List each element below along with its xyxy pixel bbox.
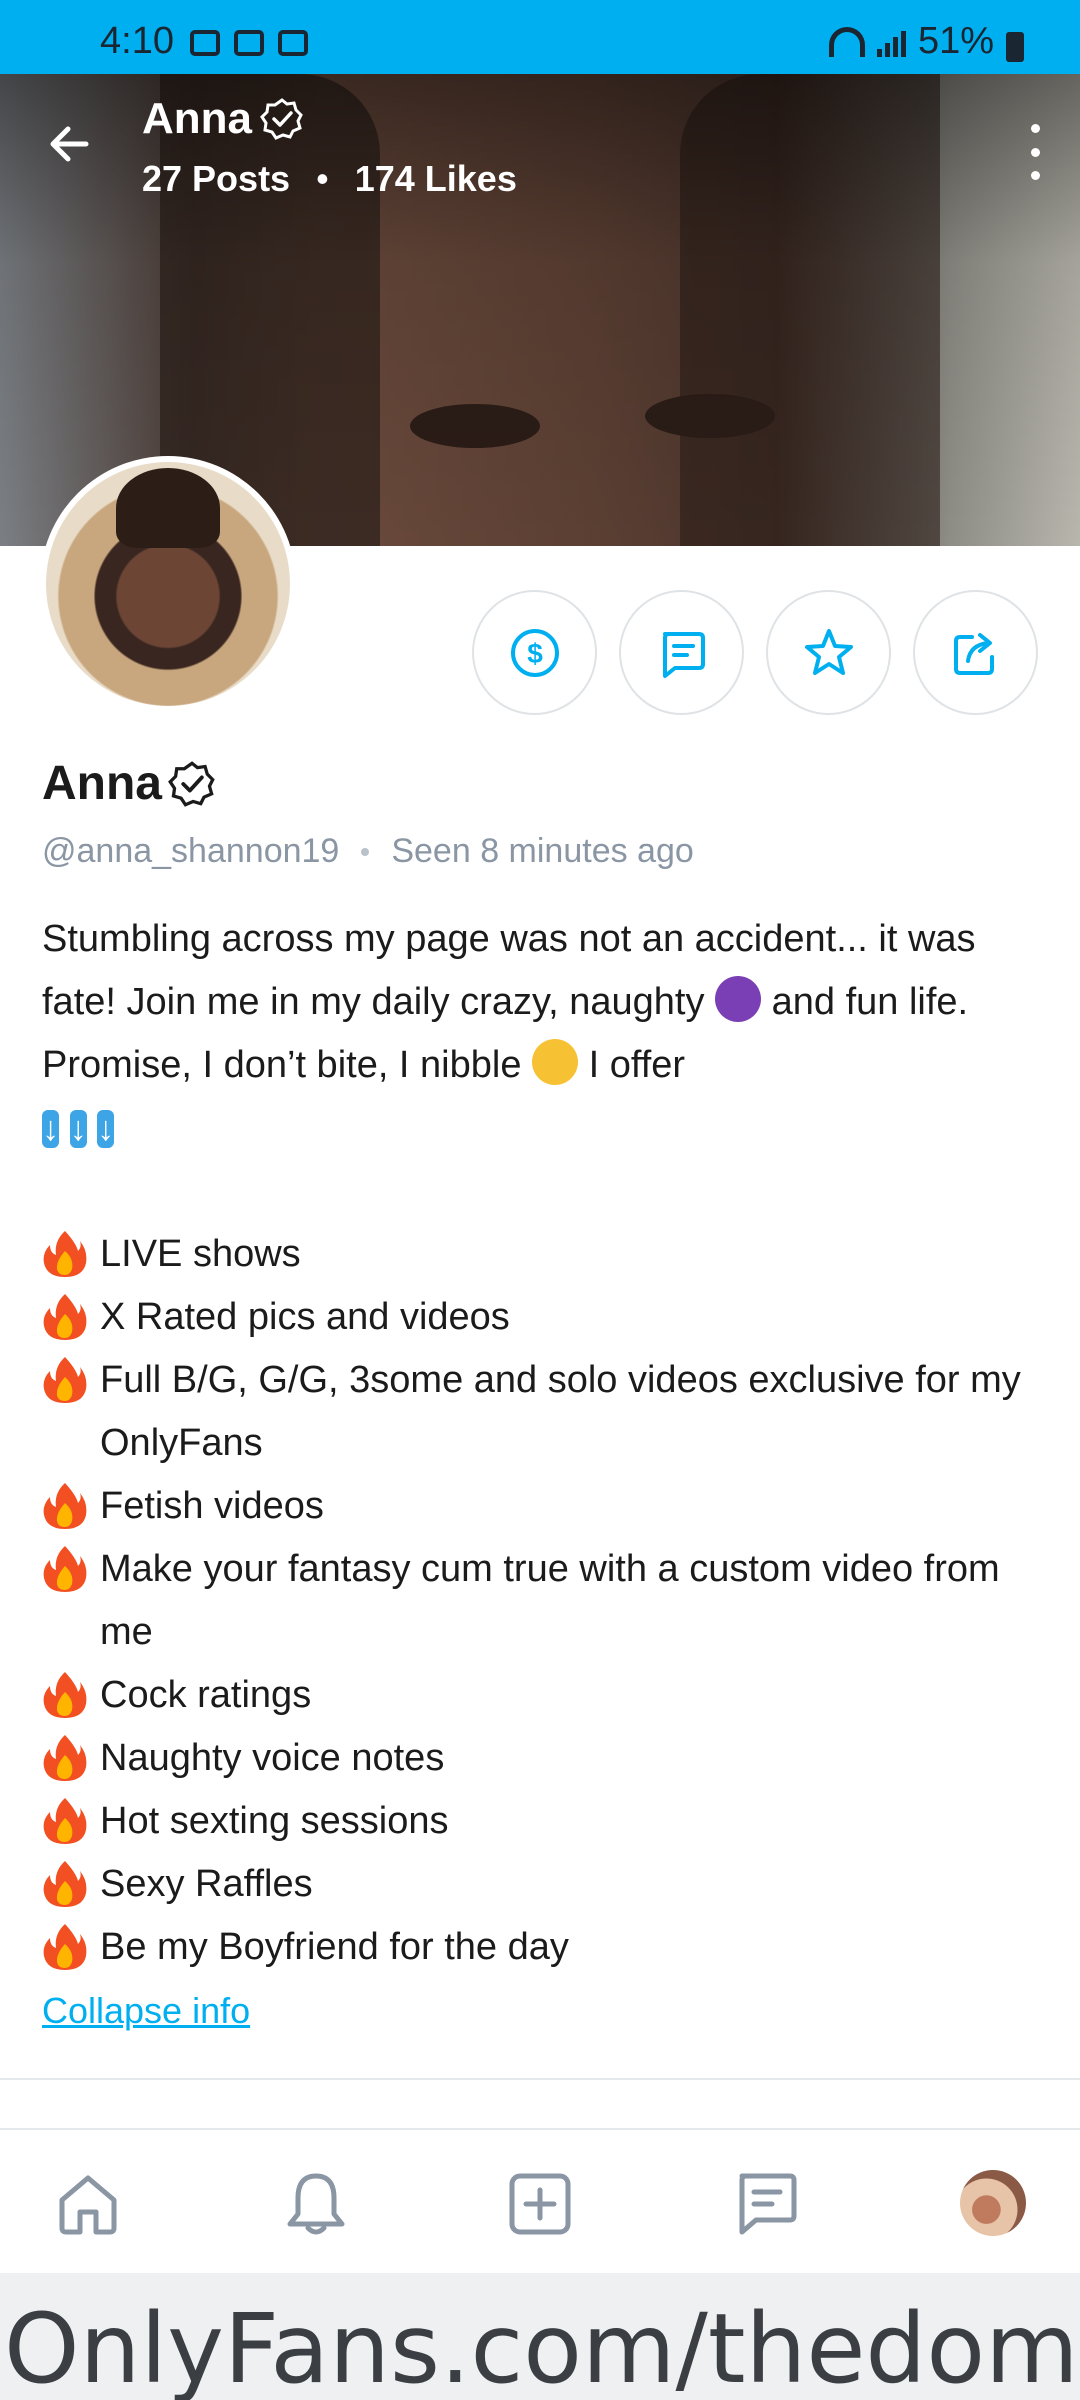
profile-name: Anna	[42, 756, 216, 811]
battery-icon	[1006, 32, 1024, 62]
last-seen: Seen 8 minutes ago	[391, 832, 694, 870]
fire-emoji-icon	[43, 1231, 87, 1277]
offer-text: X Rated pics and videos	[100, 1296, 510, 1338]
offer-text: Fetish videos	[100, 1485, 324, 1527]
down-arrow-icon: ↓	[42, 1110, 59, 1148]
nav-notifications[interactable]	[278, 2166, 354, 2242]
divider	[0, 2078, 1080, 2080]
nav-messages[interactable]	[728, 2166, 804, 2242]
yum-face-emoji-icon	[532, 1039, 579, 1085]
bell-icon	[287, 2173, 345, 2235]
offer-item: Make your fantasy cum true with a custom…	[42, 1538, 1042, 1664]
down-arrow-icon: ↓	[97, 1110, 115, 1148]
header-name: Anna	[142, 94, 304, 144]
favorite-button[interactable]	[766, 590, 891, 715]
profile-bio: Stumbling across my page was not an acci…	[42, 908, 1042, 1979]
down-arrow-icon: ↓	[69, 1110, 87, 1148]
watermark: OnlyFans.com/thedomino	[0, 2273, 1080, 2400]
separator-dot	[361, 847, 370, 856]
image-icon	[278, 30, 308, 56]
offer-text: Hot sexting sessions	[100, 1800, 449, 1842]
offer-item: Cock ratings	[42, 1664, 1042, 1727]
more-options-button[interactable]	[1020, 124, 1050, 180]
messages-icon	[739, 2173, 797, 2235]
header-stats: 27 Posts • 174 Likes	[142, 158, 517, 200]
fire-emoji-icon	[43, 1483, 87, 1529]
status-right: 51%	[828, 20, 994, 63]
message-icon	[662, 631, 705, 678]
fire-emoji-icon	[43, 1861, 87, 1907]
offer-text: Cock ratings	[100, 1674, 312, 1716]
offer-item: Sexy Raffles	[42, 1853, 1042, 1916]
offer-text: Full B/G, G/G, 3some and solo videos exc…	[100, 1359, 1021, 1464]
share-icon	[953, 632, 994, 675]
profile-actions: $	[472, 590, 1038, 715]
call-icon	[234, 30, 264, 56]
battery-percent: 51%	[917, 20, 994, 62]
verified-icon	[260, 98, 303, 140]
fire-emoji-icon	[43, 1546, 87, 1592]
offer-text: LIVE shows	[100, 1233, 301, 1275]
back-arrow-icon	[50, 126, 89, 162]
fire-emoji-icon	[43, 1672, 87, 1718]
offer-item: Be my Boyfriend for the day	[42, 1916, 1042, 1979]
username: @anna_shannon19	[42, 832, 340, 870]
fire-emoji-icon	[43, 1735, 87, 1781]
offer-item: Full B/G, G/G, 3some and solo videos exc…	[42, 1349, 1042, 1475]
watermark-text: OnlyFans.com/thedomino	[4, 2293, 1080, 2400]
offer-text: Make your fantasy cum true with a custom…	[100, 1548, 1000, 1653]
smiling-devil-emoji-icon	[715, 976, 762, 1022]
tip-button[interactable]: $	[472, 590, 597, 715]
offer-item: X Rated pics and videos	[42, 1286, 1042, 1349]
stats-separator: •	[316, 158, 329, 199]
offer-text: Be my Boyfriend for the day	[100, 1926, 569, 1968]
fire-emoji-icon	[43, 1798, 87, 1844]
offer-text: Naughty voice notes	[100, 1737, 445, 1779]
share-button[interactable]	[913, 590, 1038, 715]
verified-icon	[168, 760, 215, 807]
likes-count: 174 Likes	[354, 158, 517, 199]
wifi-icon	[828, 26, 865, 57]
back-button[interactable]	[40, 114, 100, 174]
fire-emoji-icon	[43, 1294, 87, 1340]
offer-text: Sexy Raffles	[100, 1863, 313, 1905]
signal-icon	[876, 27, 906, 57]
status-notification-icons	[190, 30, 308, 56]
svg-text:$: $	[527, 638, 543, 669]
down-arrows-emoji-icon: ↓ ↓ ↓	[42, 1097, 1042, 1160]
header-name-text: Anna	[142, 94, 252, 143]
fire-emoji-icon	[43, 1357, 87, 1403]
nav-home[interactable]	[50, 2166, 126, 2242]
status-time: 4:10	[100, 20, 174, 62]
add-post-icon	[509, 2173, 571, 2235]
posts-count: 27 Posts	[142, 158, 291, 199]
profile-avatar[interactable]	[40, 456, 296, 712]
home-icon	[59, 2175, 117, 2235]
dollar-icon: $	[510, 628, 559, 677]
message-button[interactable]	[619, 590, 744, 715]
nav-add-post[interactable]	[502, 2166, 578, 2242]
offer-list: LIVE shows X Rated pics and videos Full B/…	[42, 1223, 1042, 1979]
status-bar: 4:10 51%	[0, 0, 1080, 74]
profile-top-bar: Anna 27 Posts • 174 Likes	[0, 74, 1080, 224]
offer-item: LIVE shows	[42, 1223, 1042, 1286]
star-icon	[804, 628, 853, 675]
bio-intro-part-3: I offer	[588, 1044, 686, 1086]
offer-item: Hot sexting sessions	[42, 1790, 1042, 1853]
fire-emoji-icon	[43, 1924, 87, 1970]
bottom-nav	[0, 2128, 1080, 2273]
nav-profile-avatar[interactable]	[960, 2170, 1026, 2236]
profile-name-text: Anna	[42, 757, 162, 810]
game-icon	[190, 30, 220, 56]
profile-handle-line: @anna_shannon19 Seen 8 minutes ago	[42, 832, 694, 871]
offer-item: Naughty voice notes	[42, 1727, 1042, 1790]
collapse-info-link[interactable]: Collapse info	[42, 1990, 250, 2032]
bio-intro: Stumbling across my page was not an acci…	[42, 908, 1042, 1097]
offer-item: Fetish videos	[42, 1475, 1042, 1538]
